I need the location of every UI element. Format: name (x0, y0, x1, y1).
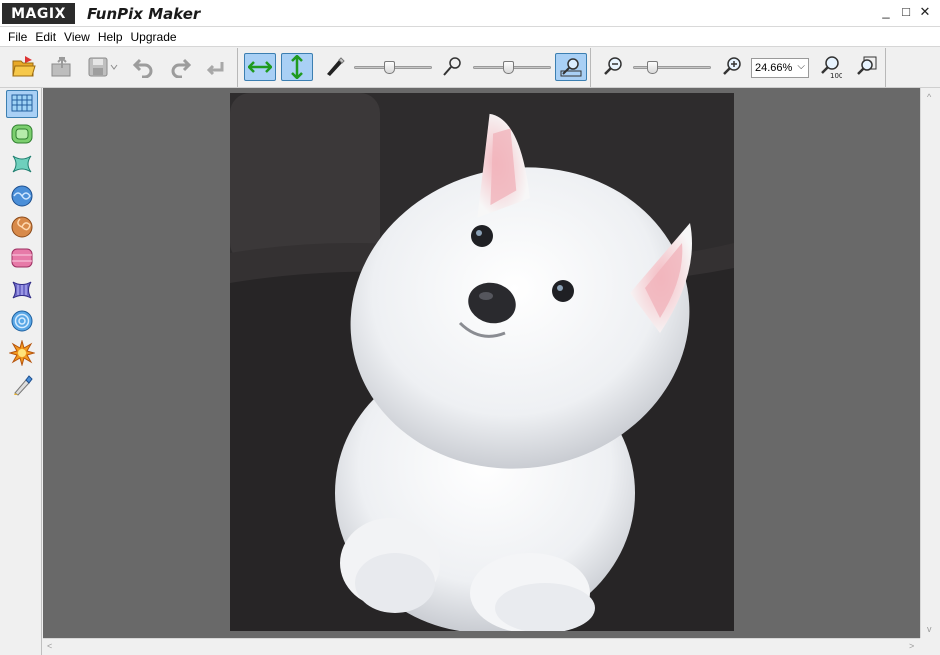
zoom-in-icon (723, 57, 741, 75)
app-title: FunPix Maker (87, 5, 201, 23)
tool-bulge[interactable] (6, 120, 38, 148)
strength-wand-icon (443, 57, 461, 76)
tool-grid-warp[interactable] (6, 90, 38, 118)
tool-swirl[interactable] (6, 213, 38, 241)
strength-slider-thumb[interactable] (503, 61, 514, 74)
title-bar: MAGIX FunPix Maker _ □ ✕ (0, 0, 940, 27)
tool-explode[interactable] (6, 339, 38, 367)
menu-help[interactable]: Help (94, 30, 127, 44)
menu-upgrade[interactable]: Upgrade (127, 30, 181, 44)
brush-width-slider[interactable] (354, 61, 432, 74)
pinch-icon (12, 155, 32, 173)
stretch-pink-icon (11, 248, 33, 268)
tool-shrink[interactable] (6, 276, 38, 304)
vertical-mode-button[interactable] (281, 53, 313, 81)
dog-photo-image (230, 93, 734, 631)
undo-icon (132, 58, 153, 78)
brand-logo: MAGIX (2, 3, 75, 24)
zoom-100-icon: 100 (821, 56, 842, 79)
strength-slider[interactable] (473, 61, 551, 74)
strength-button[interactable] (438, 53, 466, 81)
tool-restore-brush[interactable] (6, 371, 38, 399)
compare-lens-icon (560, 58, 582, 77)
scroll-down-arrow[interactable]: v (927, 624, 932, 634)
preview-compare-button[interactable] (555, 53, 587, 81)
toolbar: 24.66% ⌵ 100 (0, 46, 940, 88)
shrink-purple-icon (11, 280, 33, 300)
brush-size-button[interactable] (320, 53, 348, 81)
reset-icon (206, 62, 224, 76)
export-icon (51, 56, 71, 77)
tool-stretch[interactable] (6, 244, 38, 272)
zoom-fit-button[interactable] (852, 53, 880, 81)
chevron-down-icon: ⌵ (797, 61, 805, 72)
vertical-arrows-icon (291, 55, 303, 79)
scroll-right-arrow[interactable]: > (909, 641, 914, 651)
save-button[interactable] (86, 53, 120, 81)
close-button[interactable]: ✕ (916, 4, 934, 20)
zoom-out-button[interactable] (599, 53, 627, 81)
menu-file[interactable]: File (4, 30, 31, 44)
brush-width-slider-thumb[interactable] (384, 61, 395, 74)
zoom-out-icon (604, 57, 622, 75)
zoom-in-button[interactable] (718, 53, 746, 81)
swirl-orange-icon (11, 216, 33, 238)
redo-icon (171, 58, 192, 78)
grid-warp-icon (11, 94, 33, 112)
effects-tool-panel (0, 88, 42, 655)
zoom-level-value: 24.66% (755, 62, 793, 74)
scroll-up-arrow[interactable]: ^ (927, 92, 931, 102)
zoom-level-select[interactable]: 24.66% ⌵ (751, 58, 809, 78)
twirl-blue-icon (11, 185, 33, 207)
zoom-fit-icon (857, 56, 877, 75)
restore-brush-icon (14, 375, 33, 396)
scroll-left-arrow[interactable]: < (47, 641, 52, 651)
maximize-button[interactable]: □ (897, 4, 915, 19)
horizontal-mode-button[interactable] (244, 53, 276, 81)
tool-twirl[interactable] (6, 182, 38, 210)
open-button[interactable] (10, 53, 38, 81)
undo-button[interactable] (130, 53, 158, 81)
bulge-icon (11, 124, 33, 144)
explosion-icon (9, 340, 35, 366)
brush-icon (327, 57, 345, 76)
menu-view[interactable]: View (60, 30, 94, 44)
redo-button[interactable] (166, 53, 194, 81)
horizontal-scrollbar[interactable]: < > (43, 638, 920, 655)
svg-text:100: 100 (830, 72, 842, 79)
zoom-slider[interactable] (633, 61, 711, 74)
image-canvas[interactable] (43, 88, 920, 638)
tool-ripple[interactable] (6, 307, 38, 335)
minimize-button[interactable]: _ (877, 4, 895, 19)
menu-bar: File Edit View Help Upgrade (0, 27, 940, 46)
reset-button[interactable] (202, 53, 230, 81)
menu-edit[interactable]: Edit (31, 30, 60, 44)
save-icon (88, 57, 118, 77)
horizontal-arrows-icon (248, 61, 272, 73)
zoom-slider-thumb[interactable] (647, 61, 658, 74)
open-folder-icon (12, 56, 36, 77)
zoom-100-button[interactable]: 100 (816, 53, 844, 81)
dog-photo[interactable] (230, 93, 734, 631)
export-button[interactable] (48, 53, 76, 81)
ripple-icon (11, 310, 33, 332)
vertical-scrollbar[interactable]: ^ v (920, 88, 940, 638)
tool-pinch[interactable] (6, 150, 38, 178)
